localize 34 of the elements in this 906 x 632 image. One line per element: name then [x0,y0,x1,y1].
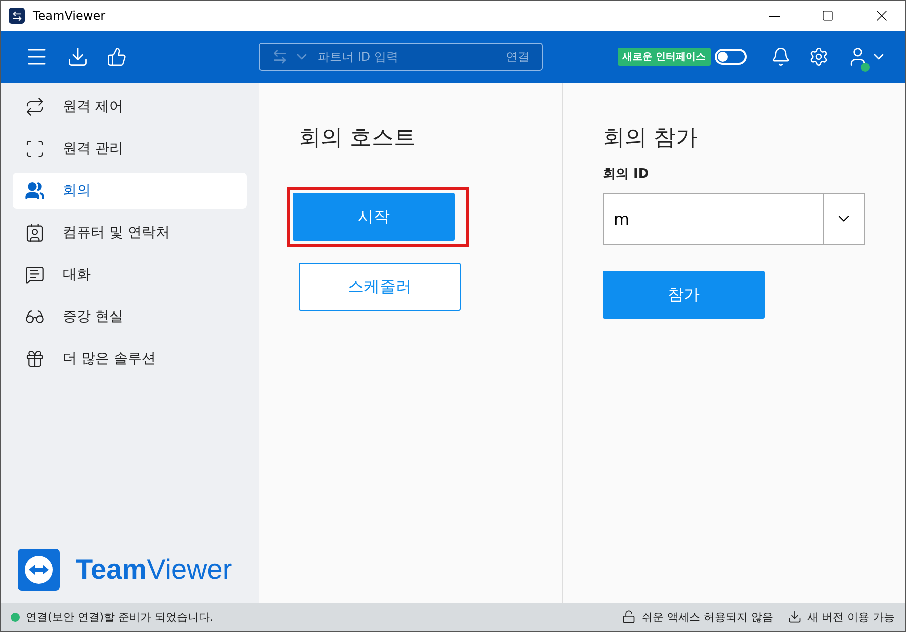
new-interface-toggle[interactable] [715,49,747,65]
feedback-button[interactable] [107,47,127,67]
app-logo-icon [9,8,25,24]
swap-arrows-icon [272,49,288,65]
sidebar-item[interactable]: 원격 제어 [13,89,247,125]
sidebar-item[interactable]: 컴퓨터 및 연락처 [13,215,247,251]
unlock-icon [622,610,636,624]
status-message: 연결(보안 연결)할 준비가 되었습니다. [26,610,215,624]
notifications-button[interactable] [771,47,791,67]
gift-icon [25,349,45,369]
download-icon [788,610,802,624]
update-link[interactable]: 새 버전 이용 가능 [808,610,895,624]
logo-wordmark: TeamViewer [76,554,232,586]
contact-card-icon [25,223,45,243]
logo-icon [18,549,60,591]
host-meeting-title: 회의 호스트 [299,125,417,153]
sidebar-item[interactable]: 더 많은 솔루션 [13,341,247,377]
chat-icon [25,265,45,285]
sidebar-item[interactable]: 대화 [13,257,247,293]
window-title: TeamViewer [33,9,107,23]
join-meeting-title: 회의 참가 [603,125,699,153]
people-icon [25,181,45,201]
easy-access-status: 쉬운 액세스 허용되지 않음 [642,610,774,624]
meeting-id-field[interactable]: m [603,193,823,245]
arrows-icon [25,97,45,117]
sidebar-item[interactable]: 원격 관리 [13,131,247,167]
settings-button[interactable] [809,47,829,67]
sidebar-item[interactable]: 회의 [13,173,247,209]
maximize-icon [822,10,834,22]
scan-icon [25,139,45,159]
sidebar-item[interactable]: 증강 현실 [13,299,247,335]
new-interface-badge: 새로운 인터페이스 [618,48,711,66]
download-button[interactable] [67,46,89,68]
meeting-id-label: 회의 ID [603,166,650,183]
